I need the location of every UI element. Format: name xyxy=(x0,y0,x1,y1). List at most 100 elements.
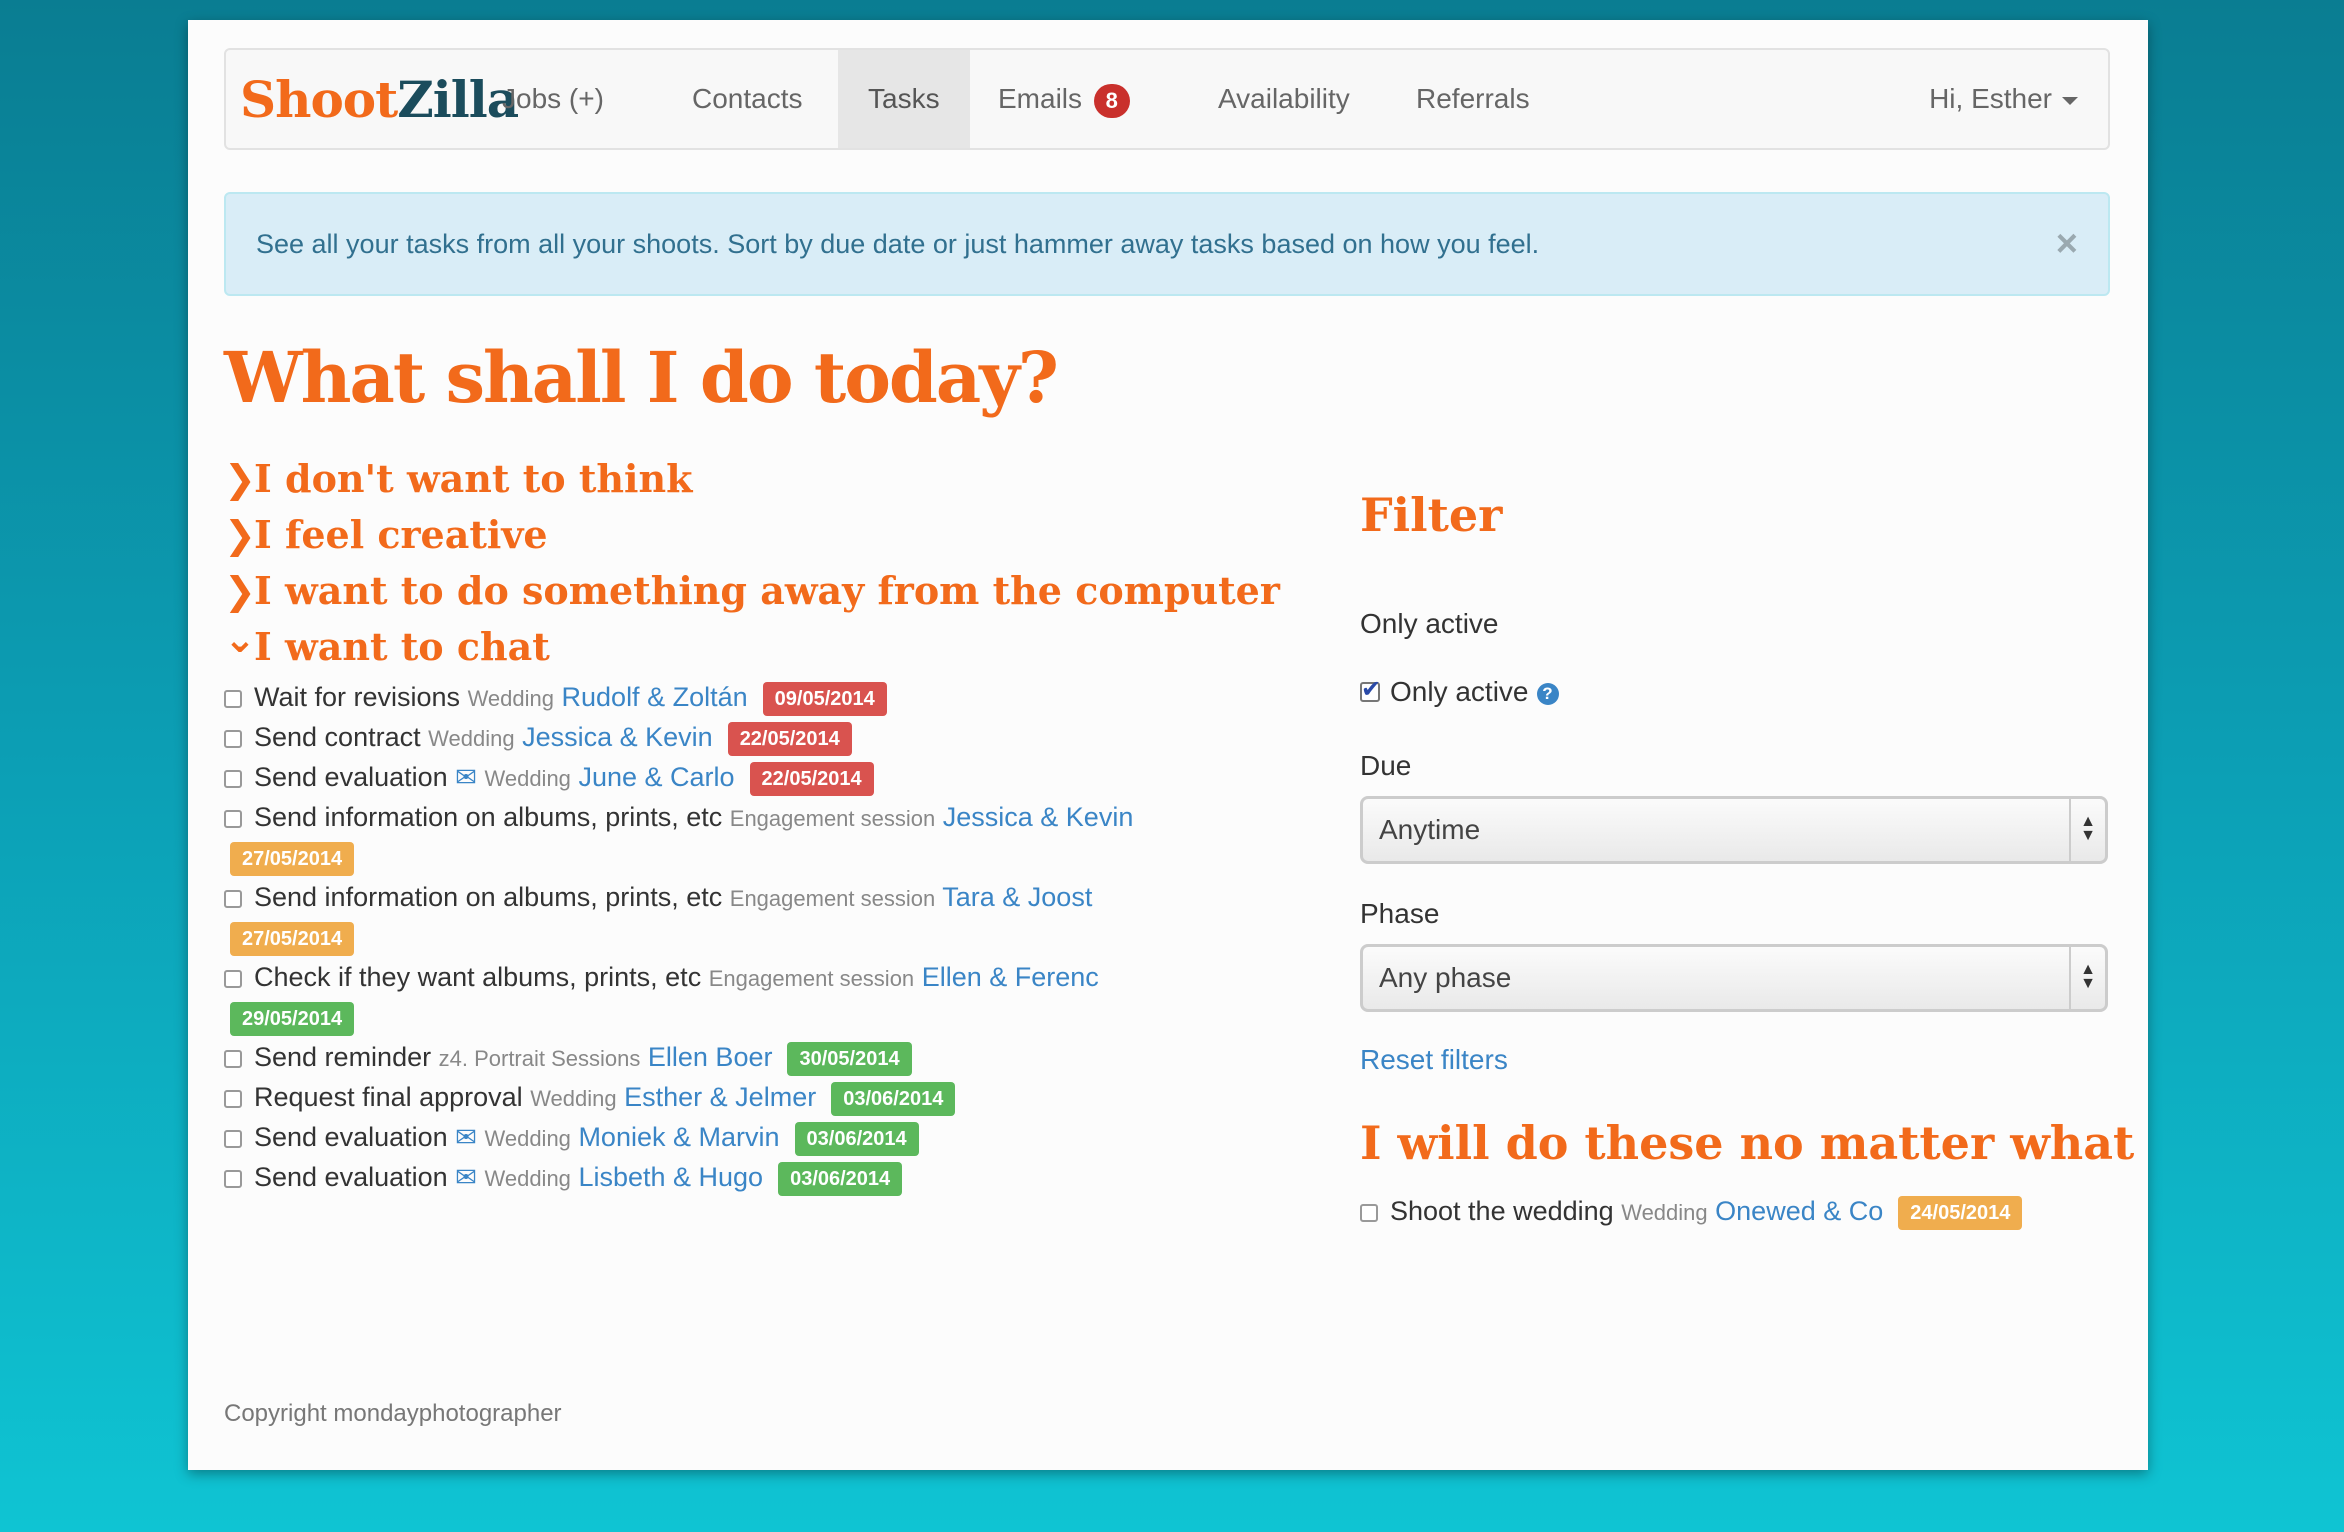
chevron-right-icon: ❯ xyxy=(224,457,256,501)
task-type: Engagement session xyxy=(708,966,915,991)
envelope-icon[interactable]: ✉ xyxy=(455,762,477,792)
task-client-link[interactable]: Esther & Jelmer xyxy=(624,1082,816,1112)
task-client-link[interactable]: Lisbeth & Hugo xyxy=(578,1162,763,1192)
due-date-badge: 09/05/2014 xyxy=(762,682,887,716)
due-date-badge: 03/06/2014 xyxy=(778,1162,903,1196)
nav-jobs-label: Jobs (+) xyxy=(502,83,604,114)
reset-filters-link[interactable]: Reset filters xyxy=(1360,1044,1508,1076)
chevron-right-icon: ❯ xyxy=(224,513,256,557)
navbar: ShootZilla Jobs (+) Contacts Tasks Email… xyxy=(224,48,2110,150)
task-client-link[interactable]: Tara & Joost xyxy=(942,882,1092,912)
task-row-date: 27/05/2014 xyxy=(230,922,355,956)
caret-down-icon xyxy=(2062,96,2078,105)
category-label: I feel creative xyxy=(254,512,548,557)
category-feel-creative[interactable]: ❯I feel creative xyxy=(224,512,548,557)
due-select[interactable]: Anytime ▲ ▼ xyxy=(1360,796,2108,864)
category-dont-want-to-think[interactable]: ❯I don't want to think xyxy=(224,456,692,501)
nav-contacts-label: Contacts xyxy=(692,83,803,114)
task-row: Shoot the wedding Wedding Onewed & Co 24… xyxy=(1360,1196,2023,1230)
phase-select[interactable]: Any phase ▲ ▼ xyxy=(1360,944,2108,1012)
task-client-link[interactable]: Ellen & Ferenc xyxy=(922,962,1099,992)
task-client-link[interactable]: Moniek & Marvin xyxy=(578,1122,779,1152)
task-checkbox[interactable] xyxy=(1360,1204,1378,1222)
only-active-checkbox-row[interactable]: Only active? xyxy=(1360,675,1559,708)
task-client-link[interactable]: June & Carlo xyxy=(578,762,734,792)
task-type: z4. Portrait Sessions xyxy=(438,1046,641,1072)
task-name: Check if they want albums, prints, etc xyxy=(254,962,702,992)
task-row: Wait for revisions Wedding Rudolf & Zolt… xyxy=(224,682,887,716)
nav-referrals[interactable]: Referrals xyxy=(1386,50,1560,148)
task-row: Send information on albums, prints, etc … xyxy=(224,802,1133,833)
task-checkbox[interactable] xyxy=(224,690,242,708)
footer-copyright: Copyright mondayphotographer xyxy=(224,1400,562,1427)
task-client-link[interactable]: Ellen Boer xyxy=(648,1042,773,1072)
due-date-badge: 22/05/2014 xyxy=(749,762,874,796)
task-checkbox[interactable] xyxy=(224,1050,242,1068)
nav-contacts[interactable]: Contacts xyxy=(662,50,833,148)
due-date-badge: 03/06/2014 xyxy=(794,1122,919,1156)
phase-select-value: Any phase xyxy=(1379,962,1512,993)
task-name: Send contract xyxy=(254,722,421,753)
task-row: Send contract Wedding Jessica & Kevin 22… xyxy=(224,722,852,756)
task-type: Wedding xyxy=(484,1126,571,1152)
nav-tasks-label: Tasks xyxy=(868,83,940,114)
task-row-date: 27/05/2014 xyxy=(230,842,355,876)
category-want-to-chat[interactable]: ⌄I want to chat xyxy=(224,617,550,669)
close-icon[interactable]: × xyxy=(2056,194,2078,294)
task-client-link[interactable]: Jessica & Kevin xyxy=(522,722,713,752)
page-container: ShootZilla Jobs (+) Contacts Tasks Email… xyxy=(188,20,2148,1470)
brand-logo-shoot: Shoot xyxy=(240,70,398,129)
help-icon[interactable]: ? xyxy=(1536,682,1559,705)
task-checkbox[interactable] xyxy=(224,1130,242,1148)
nav-jobs[interactable]: Jobs (+) xyxy=(472,50,634,148)
task-checkbox[interactable] xyxy=(224,730,242,748)
task-name: Send evaluation xyxy=(254,1162,448,1193)
category-label: I don't want to think xyxy=(254,456,693,501)
task-client-link[interactable]: Jessica & Kevin xyxy=(943,802,1134,832)
task-name: Send evaluation xyxy=(254,1122,448,1153)
nav-emails[interactable]: Emails 8 xyxy=(968,50,1160,148)
phase-label: Phase xyxy=(1360,898,1440,929)
task-row: Send evaluation ✉ Wedding June & Carlo 2… xyxy=(224,762,874,796)
due-date-badge: 24/05/2014 xyxy=(1898,1196,2023,1230)
task-type: Wedding xyxy=(428,726,515,752)
task-name: Wait for revisions xyxy=(254,682,461,713)
due-date-badge: 22/05/2014 xyxy=(727,722,852,756)
user-menu[interactable]: Hi, Esther xyxy=(1899,50,2108,148)
task-type: Engagement session xyxy=(729,886,936,911)
task-checkbox[interactable] xyxy=(224,809,242,828)
task-row: Send information on albums, prints, etc … xyxy=(224,882,1092,913)
task-client-link[interactable]: Rudolf & Zoltán xyxy=(562,682,748,712)
nav-availability[interactable]: Availability xyxy=(1188,50,1380,148)
task-row: Request final approval Wedding Esther & … xyxy=(224,1082,956,1116)
nav-emails-label: Emails xyxy=(998,83,1083,114)
task-checkbox[interactable] xyxy=(224,1090,242,1108)
chevron-down-icon: ⌄ xyxy=(224,617,256,661)
nav-tasks[interactable]: Tasks xyxy=(838,50,970,148)
task-row: Check if they want albums, prints, etc E… xyxy=(224,962,1099,993)
emails-count-badge: 8 xyxy=(1093,83,1130,118)
task-checkbox[interactable] xyxy=(224,770,242,788)
due-date-badge: 29/05/2014 xyxy=(230,1002,355,1036)
only-active-checkbox[interactable] xyxy=(1360,675,1381,704)
envelope-icon[interactable]: ✉ xyxy=(455,1122,477,1152)
select-arrows-icon: ▲ ▼ xyxy=(2069,947,2105,1009)
task-checkbox[interactable] xyxy=(224,889,242,908)
task-name: Send information on albums, prints, etc xyxy=(254,882,723,912)
envelope-icon[interactable]: ✉ xyxy=(455,1162,477,1192)
task-row: Send evaluation ✉ Wedding Lisbeth & Hugo… xyxy=(224,1162,903,1196)
task-name: Send evaluation xyxy=(254,762,448,793)
task-type: Wedding xyxy=(484,1166,571,1192)
due-date-badge: 27/05/2014 xyxy=(230,842,355,876)
task-checkbox[interactable] xyxy=(224,1170,242,1188)
task-checkbox[interactable] xyxy=(224,969,242,988)
task-row: Send reminder z4. Portrait Sessions Elle… xyxy=(224,1042,912,1076)
due-date-badge: 27/05/2014 xyxy=(230,922,355,956)
only-active-heading: Only active xyxy=(1360,608,1499,639)
category-away-from-computer[interactable]: ❯I want to do something away from the co… xyxy=(224,568,1280,613)
nav-availability-label: Availability xyxy=(1218,83,1350,114)
page-title: What shall I do today? xyxy=(224,336,1059,419)
task-client-link[interactable]: Onewed & Co xyxy=(1715,1196,1883,1226)
task-name: Send information on albums, prints, etc xyxy=(254,802,723,832)
task-type: Wedding xyxy=(467,686,554,712)
